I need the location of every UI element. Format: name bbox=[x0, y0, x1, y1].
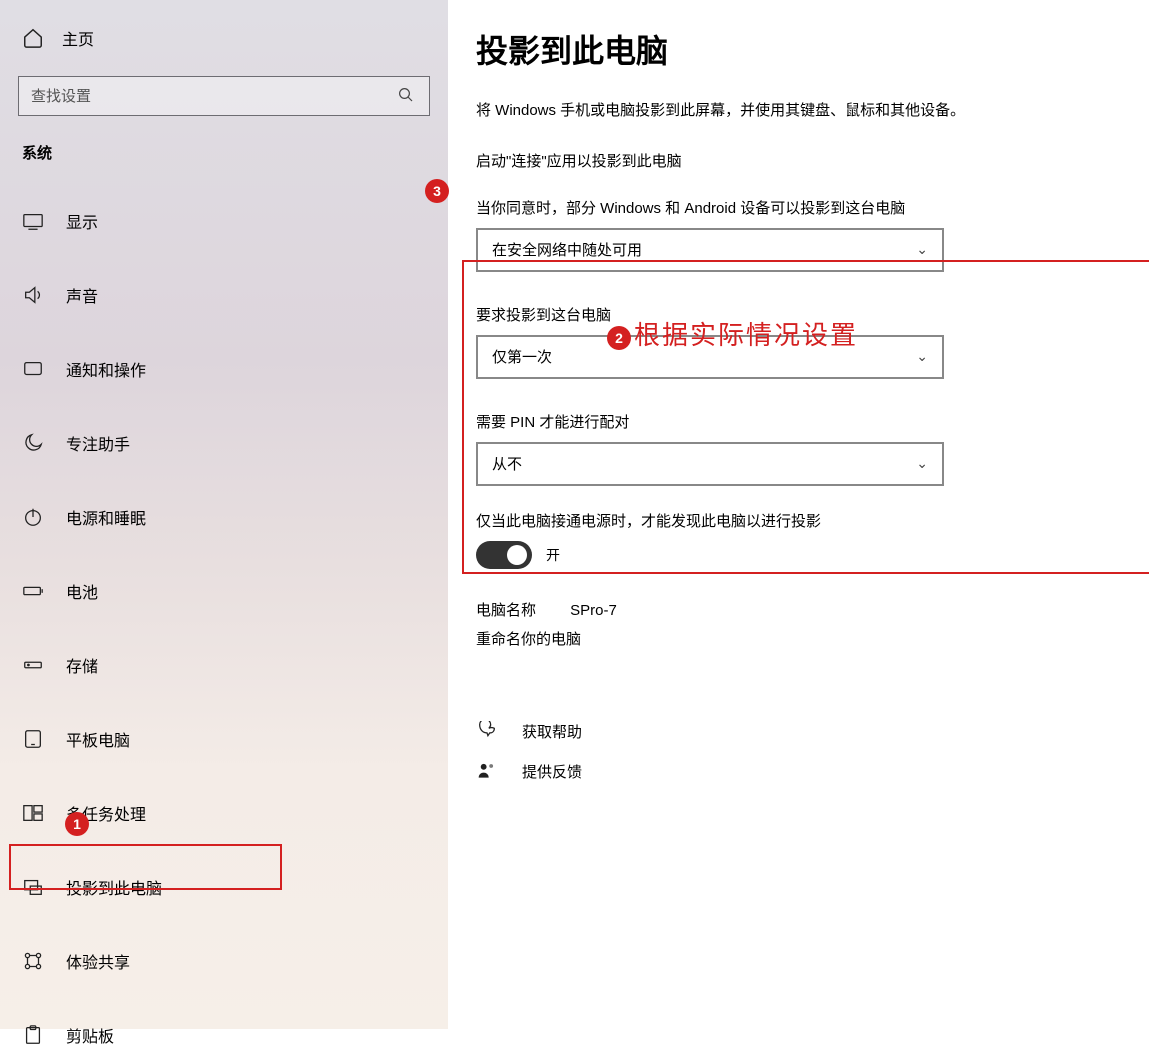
search-box[interactable] bbox=[18, 76, 430, 116]
sidebar-item-battery[interactable]: 电池 bbox=[0, 565, 448, 617]
sidebar-category: 系统 bbox=[0, 142, 448, 163]
sidebar-item-clipboard[interactable]: 剪贴板 bbox=[0, 1009, 448, 1061]
tablet-icon bbox=[22, 728, 44, 750]
feedback-label: 提供反馈 bbox=[522, 761, 582, 782]
page-description: 将 Windows 手机或电脑投影到此屏幕，并使用其键盘、鼠标和其他设备。 bbox=[476, 98, 1096, 124]
sidebar-item-shared[interactable]: 体验共享 bbox=[0, 935, 448, 987]
notifications-icon bbox=[22, 358, 44, 380]
sidebar-item-label: 存储 bbox=[66, 653, 98, 677]
toggle-row: 开 bbox=[476, 541, 1113, 569]
feedback-icon bbox=[476, 761, 498, 781]
sidebar-item-power[interactable]: 电源和睡眠 bbox=[0, 491, 448, 543]
setting-label-1: 当你同意时，部分 Windows 和 Android 设备可以投影到这台电脑 bbox=[476, 197, 1113, 218]
sidebar: 主页 系统 显示 声音 通知和操作 专注助手 电源和睡眠 电池 存储 bbox=[0, 0, 448, 1029]
page-title: 投影到此电脑 bbox=[476, 26, 1113, 72]
sidebar-item-label: 专注助手 bbox=[66, 431, 130, 455]
moon-icon bbox=[22, 432, 44, 454]
chevron-down-icon: ⌄ bbox=[916, 455, 928, 472]
setting-label-2: 要求投影到这台电脑 bbox=[476, 304, 1113, 325]
sidebar-item-label: 通知和操作 bbox=[66, 357, 146, 381]
search-wrap bbox=[18, 76, 430, 116]
dropdown-value: 从不 bbox=[492, 453, 522, 474]
home-icon bbox=[22, 27, 44, 49]
get-help[interactable]: 获取帮助 bbox=[476, 721, 1113, 743]
sidebar-item-storage[interactable]: 存储 bbox=[0, 639, 448, 691]
dropdown-value: 在安全网络中随处可用 bbox=[492, 239, 642, 260]
sidebar-item-label: 体验共享 bbox=[66, 949, 130, 973]
sidebar-item-multitask[interactable]: 多任务处理 bbox=[0, 787, 448, 839]
sidebar-item-label: 多任务处理 bbox=[66, 801, 146, 825]
display-icon bbox=[22, 210, 44, 232]
sidebar-item-project[interactable]: 投影到此电脑 bbox=[0, 861, 448, 913]
sound-icon bbox=[22, 284, 44, 306]
connect-app-link[interactable]: 启动"连接"应用以投影到此电脑 bbox=[476, 150, 1113, 171]
sidebar-home-label: 主页 bbox=[62, 26, 94, 50]
dropdown-ask[interactable]: 仅第一次 ⌄ bbox=[476, 335, 944, 379]
sidebar-item-sound[interactable]: 声音 bbox=[0, 269, 448, 321]
setting-label-power: 仅当此电脑接通电源时，才能发现此电脑以进行投影 bbox=[476, 510, 1113, 531]
pc-name-value: SPro-7 bbox=[570, 602, 617, 619]
toggle-power[interactable] bbox=[476, 541, 532, 569]
search-input[interactable] bbox=[31, 88, 397, 105]
multitask-icon bbox=[22, 802, 44, 824]
sidebar-item-label: 显示 bbox=[66, 209, 98, 233]
sidebar-item-label: 平板电脑 bbox=[66, 727, 130, 751]
sidebar-item-notifications[interactable]: 通知和操作 bbox=[0, 343, 448, 395]
storage-icon bbox=[22, 654, 44, 676]
dropdown-pin[interactable]: 从不 ⌄ bbox=[476, 442, 944, 486]
sidebar-item-label: 声音 bbox=[66, 283, 98, 307]
sidebar-home[interactable]: 主页 bbox=[0, 18, 448, 58]
chevron-down-icon: ⌄ bbox=[916, 241, 928, 258]
pc-name-label: 电脑名称 bbox=[476, 599, 566, 620]
chevron-down-icon: ⌄ bbox=[916, 348, 928, 365]
give-feedback[interactable]: 提供反馈 bbox=[476, 761, 1113, 782]
main: 投影到此电脑 将 Windows 手机或电脑投影到此屏幕，并使用其键盘、鼠标和其… bbox=[448, 0, 1149, 1029]
power-icon bbox=[22, 506, 44, 528]
project-icon bbox=[22, 876, 44, 898]
help-icon bbox=[476, 721, 498, 743]
setting-label-3: 需要 PIN 才能进行配对 bbox=[476, 411, 1113, 432]
sidebar-item-label: 投影到此电脑 bbox=[66, 875, 162, 899]
help-label: 获取帮助 bbox=[522, 721, 582, 742]
pc-name-row: 电脑名称 SPro-7 bbox=[476, 599, 1113, 620]
clipboard-icon bbox=[22, 1024, 44, 1046]
toggle-knob bbox=[507, 545, 527, 565]
battery-icon bbox=[22, 580, 44, 602]
sidebar-item-label: 电池 bbox=[66, 579, 98, 603]
sidebar-item-display[interactable]: 显示 bbox=[0, 195, 448, 247]
toggle-state: 开 bbox=[546, 545, 560, 565]
dropdown-availability[interactable]: 在安全网络中随处可用 ⌄ bbox=[476, 228, 944, 272]
sidebar-item-label: 电源和睡眠 bbox=[66, 505, 146, 529]
sidebar-item-focus[interactable]: 专注助手 bbox=[0, 417, 448, 469]
dropdown-value: 仅第一次 bbox=[492, 346, 552, 367]
rename-pc[interactable]: 重命名你的电脑 bbox=[476, 628, 1113, 649]
sidebar-item-tablet[interactable]: 平板电脑 bbox=[0, 713, 448, 765]
search-icon bbox=[397, 86, 415, 107]
share-icon bbox=[22, 950, 44, 972]
sidebar-item-label: 剪贴板 bbox=[66, 1023, 114, 1047]
